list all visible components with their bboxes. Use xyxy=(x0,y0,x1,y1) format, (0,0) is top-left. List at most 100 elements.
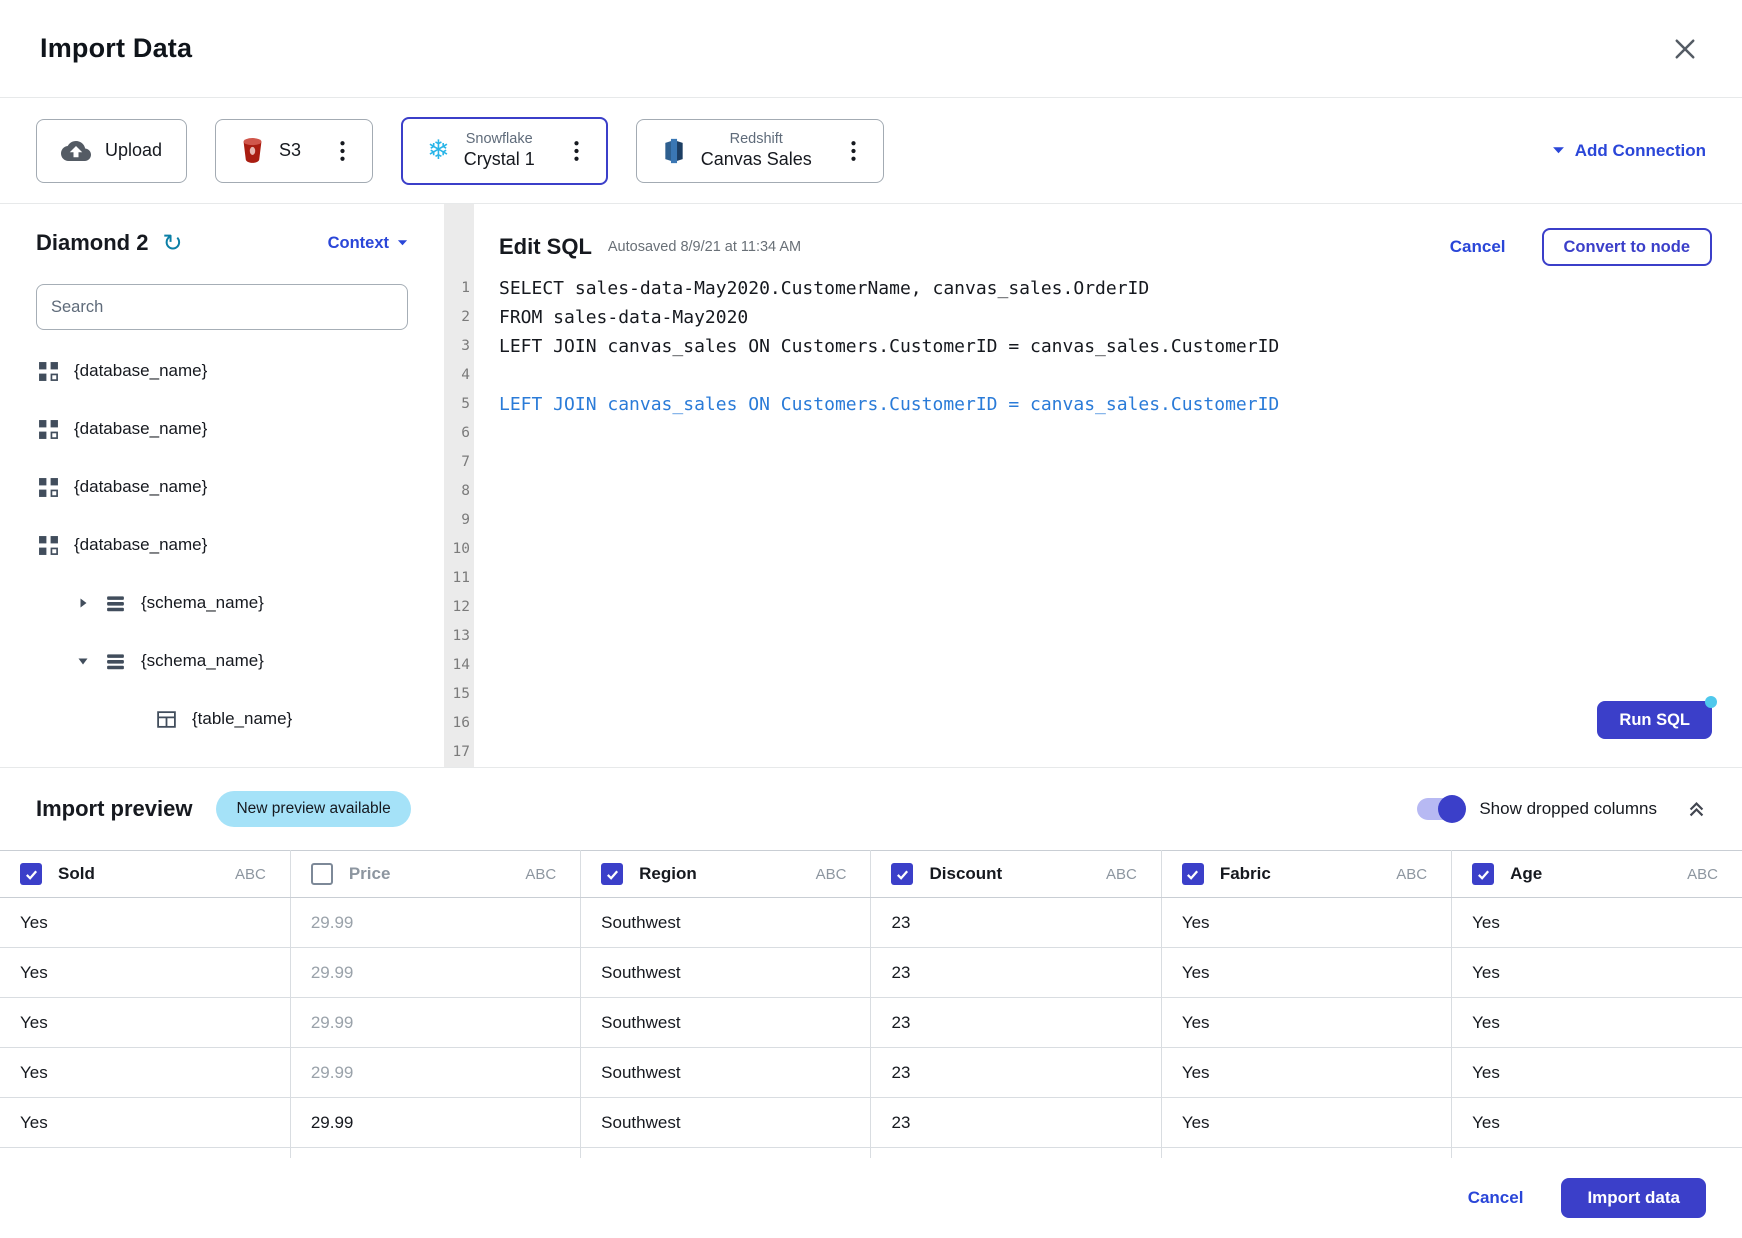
kebab-menu-icon[interactable] xyxy=(337,139,348,163)
table-cell: Yes xyxy=(0,948,290,998)
code-line: SELECT sales-data-May2020.CustomerName, … xyxy=(499,274,1712,303)
table-row-clipped xyxy=(0,1148,1742,1158)
redshift-connection-button[interactable]: Redshift Canvas Sales xyxy=(636,119,884,183)
new-preview-badge: New preview available xyxy=(216,791,410,827)
column-header-sold: Sold ABC xyxy=(0,851,290,898)
line-number: 15 xyxy=(444,680,474,709)
tree-item-database[interactable]: {database_name} xyxy=(36,400,408,458)
search-input[interactable] xyxy=(36,284,408,330)
convert-to-node-button[interactable]: Convert to node xyxy=(1542,228,1713,266)
toggle-knob xyxy=(1438,795,1466,823)
tree-item-database[interactable]: {database_name} xyxy=(36,458,408,516)
column-checkbox[interactable] xyxy=(311,863,333,885)
column-checkbox[interactable] xyxy=(601,863,623,885)
close-button[interactable] xyxy=(1668,32,1702,66)
code-line xyxy=(499,361,1712,390)
check-icon xyxy=(605,867,620,882)
table-cell xyxy=(290,1148,580,1158)
tree-item-label: {database_name} xyxy=(74,419,207,439)
database-icon xyxy=(38,535,59,556)
table-cell: 29.99 xyxy=(290,998,580,1048)
s3-connection-button[interactable]: S3 xyxy=(215,119,373,183)
tree-item-table[interactable]: {table_name} xyxy=(36,690,408,748)
tree-item-label: {database_name} xyxy=(74,535,207,555)
table-row: Yes29.99Southwest23YesYes xyxy=(0,1098,1742,1148)
connection-name-label: Canvas Sales xyxy=(701,148,812,171)
table-cell xyxy=(581,1148,871,1158)
code-line: LEFT JOIN canvas_sales ON Customers.Cust… xyxy=(499,332,1712,361)
table-cell: 23 xyxy=(871,998,1161,1048)
database-icon xyxy=(38,419,59,440)
caret-down-icon xyxy=(397,239,408,247)
refresh-button[interactable]: ↻ xyxy=(162,231,182,255)
import-data-dialog: Import Data Upload S xyxy=(0,0,1742,1238)
editor-cancel-button[interactable]: Cancel xyxy=(1450,237,1506,257)
line-number: 8 xyxy=(444,477,474,506)
sql-code[interactable]: SELECT sales-data-May2020.CustomerName, … xyxy=(499,274,1712,419)
column-type-label: ABC xyxy=(1396,866,1427,883)
tree-item-label: {schema_name} xyxy=(141,593,264,613)
line-number: 13 xyxy=(444,622,474,651)
schema-icon xyxy=(105,593,126,614)
context-dropdown[interactable]: Context xyxy=(328,234,408,253)
column-header-fabric: Fabric ABC xyxy=(1161,851,1451,898)
caret-down-icon xyxy=(1552,146,1565,155)
column-label: Sold xyxy=(58,864,95,884)
import-data-button[interactable]: Import data xyxy=(1561,1178,1706,1218)
line-number: 9 xyxy=(444,506,474,535)
add-connection-button[interactable]: Add Connection xyxy=(1552,141,1706,161)
check-icon xyxy=(24,867,39,882)
notification-dot xyxy=(1705,696,1717,708)
line-number: 1 xyxy=(444,274,474,303)
column-checkbox[interactable] xyxy=(1472,863,1494,885)
table-cell xyxy=(1452,1148,1742,1158)
connection-type-label: Redshift xyxy=(730,130,783,148)
column-label: Age xyxy=(1510,864,1542,884)
table-cell: Southwest xyxy=(581,1048,871,1098)
snowflake-icon: ❄ xyxy=(427,137,450,164)
table-cell: Southwest xyxy=(581,1098,871,1148)
column-type-label: ABC xyxy=(1106,866,1137,883)
kebab-menu-icon[interactable] xyxy=(571,139,582,163)
column-label: Fabric xyxy=(1220,864,1271,884)
line-number: 5 xyxy=(444,390,474,419)
column-checkbox[interactable] xyxy=(891,863,913,885)
snowflake-connection-button[interactable]: ❄ Snowflake Crystal 1 xyxy=(401,117,608,185)
import-preview-section: Import preview New preview available Sho… xyxy=(0,768,1742,1158)
table-cell: Yes xyxy=(1161,998,1451,1048)
column-type-label: ABC xyxy=(235,866,266,883)
double-chevron-up-icon xyxy=(1687,800,1706,819)
tree-item-label: {table_name} xyxy=(192,709,292,729)
table-icon xyxy=(156,709,177,730)
database-icon xyxy=(38,477,59,498)
line-number: 3 xyxy=(444,332,474,361)
collapse-preview-button[interactable] xyxy=(1687,800,1706,819)
tree-item-schema[interactable]: {schema_name} xyxy=(36,632,408,690)
tree-item-schema[interactable]: {schema_name} xyxy=(36,574,408,632)
check-icon xyxy=(1476,867,1491,882)
cancel-button[interactable]: Cancel xyxy=(1468,1188,1524,1208)
show-dropped-columns-toggle[interactable] xyxy=(1417,798,1463,820)
table-cell xyxy=(0,1148,290,1158)
line-number: 2 xyxy=(444,303,474,332)
line-number: 11 xyxy=(444,564,474,593)
s3-icon xyxy=(240,137,265,164)
table-cell: 29.99 xyxy=(290,948,580,998)
upload-button[interactable]: Upload xyxy=(36,119,187,183)
table-cell: Southwest xyxy=(581,948,871,998)
kebab-menu-icon[interactable] xyxy=(848,139,859,163)
table-cell: Yes xyxy=(1452,1048,1742,1098)
column-checkbox[interactable] xyxy=(1182,863,1204,885)
table-cell: Yes xyxy=(0,1048,290,1098)
run-sql-button[interactable]: Run SQL xyxy=(1597,701,1712,739)
line-number: 14 xyxy=(444,651,474,680)
chevron-down-icon[interactable] xyxy=(77,655,89,667)
chevron-right-icon[interactable] xyxy=(77,597,89,609)
table-cell: Yes xyxy=(1452,948,1742,998)
tree-item-database[interactable]: {database_name} xyxy=(36,516,408,574)
tree-item-label: {database_name} xyxy=(74,361,207,381)
code-line: LEFT JOIN canvas_sales ON Customers.Cust… xyxy=(499,390,1712,419)
column-header-age: AgeABC xyxy=(1452,851,1742,898)
tree-item-database[interactable]: {database_name} xyxy=(36,342,408,400)
column-checkbox[interactable] xyxy=(20,863,42,885)
